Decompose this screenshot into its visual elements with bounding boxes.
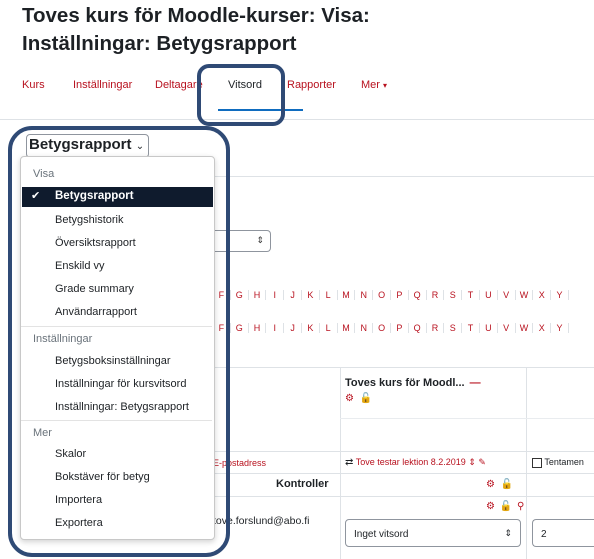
unlock-icon[interactable]: 🔓	[501, 479, 513, 490]
initial-letter[interactable]: S	[444, 323, 463, 333]
initial-letter[interactable]: N	[355, 290, 374, 300]
grade-item-link[interactable]: Tove testar lektion 8.2.2019	[356, 457, 466, 467]
report-top-border	[213, 176, 594, 177]
grade-input-value: 2	[541, 529, 547, 540]
initial-letter[interactable]: K	[302, 323, 320, 333]
nav-divider	[0, 119, 594, 120]
initial-letter[interactable]: L	[320, 290, 338, 300]
chevron-updown-icon: ⇕	[256, 235, 264, 245]
firstname-initials-bar: FGHIJKLMNOPQRSTUVWXY	[213, 290, 569, 306]
course-header-text: Toves kurs för Moodl...	[345, 377, 465, 389]
initial-letter[interactable]: M	[338, 290, 356, 300]
initial-letter[interactable]: V	[498, 290, 516, 300]
table-col-divider-2	[526, 367, 527, 559]
cell-actions: ⚙ 🔓 ⚲	[486, 501, 524, 512]
drag-handle-icon[interactable]: ⇄	[345, 457, 353, 468]
sort-icon[interactable]: ⇕	[468, 457, 476, 467]
gear-icon[interactable]: ⚙	[486, 479, 495, 490]
controls-label: Kontroller	[276, 478, 329, 490]
table-border-top	[213, 367, 594, 368]
initial-letter[interactable]: U	[480, 290, 498, 300]
initial-letter[interactable]: O	[373, 290, 391, 300]
page-title-line2: Inställningar: Betygsrapport	[22, 32, 297, 55]
tab-mer-label: Mer	[361, 79, 380, 91]
initial-letter[interactable]: Q	[409, 323, 427, 333]
initial-letter[interactable]: L	[320, 323, 338, 333]
chevron-updown-icon: ⇕	[504, 528, 512, 538]
checkbox-icon[interactable]	[532, 457, 542, 468]
controls-actions: ⚙ 🔓	[486, 479, 513, 490]
initial-letter[interactable]: G	[231, 323, 249, 333]
zoom-icon[interactable]: ⚲	[517, 501, 524, 512]
initial-letter[interactable]: R	[427, 323, 445, 333]
unlock-icon[interactable]: 🔓	[500, 501, 512, 512]
tab-rapporter[interactable]: Rapporter	[287, 79, 336, 91]
initial-letter[interactable]: N	[355, 323, 374, 333]
initial-letter[interactable]: H	[249, 290, 267, 300]
page-title: Toves kurs för Moodle-kurser: Visa: Inst…	[22, 2, 370, 58]
table-col-divider-1	[340, 367, 341, 559]
edit-pencil-icon[interactable]: ✎	[478, 457, 486, 467]
initial-letter[interactable]: M	[338, 323, 356, 333]
row-divider-3	[213, 473, 594, 474]
initial-letter[interactable]: I	[266, 290, 285, 300]
initial-letter[interactable]: P	[391, 290, 409, 300]
exam-header-label[interactable]: Tentamen	[544, 457, 584, 467]
tab-deltagare[interactable]: Deltagare	[155, 79, 203, 91]
initial-letter[interactable]: T	[462, 290, 480, 300]
exam-header: Tentamen	[532, 457, 584, 468]
initial-letter[interactable]: Q	[409, 290, 427, 300]
minus-icon[interactable]: —	[470, 377, 481, 389]
course-total-header: Toves kurs för Moodl... —	[345, 377, 481, 389]
initial-letter[interactable]: U	[480, 323, 498, 333]
grade-input[interactable]: 2	[532, 519, 594, 547]
initial-letter[interactable]: I	[266, 323, 285, 333]
initial-letter[interactable]: R	[427, 290, 445, 300]
tab-mer[interactable]: Mer ▾	[361, 79, 387, 91]
unlock-icon[interactable]: 🔓	[360, 393, 372, 404]
initial-letter[interactable]: J	[284, 323, 302, 333]
secondary-navigation: Kurs Inställningar Deltagare Vitsord Rap…	[0, 79, 594, 120]
course-header-actions: ⚙ 🔓	[345, 393, 372, 404]
row-divider-1	[340, 418, 594, 419]
initial-letter[interactable]: V	[498, 323, 516, 333]
initial-letter[interactable]: W	[516, 323, 534, 333]
initial-letter[interactable]: Y	[551, 290, 569, 300]
chevron-down-icon: ▾	[383, 81, 388, 90]
tab-installningar[interactable]: Inställningar	[73, 79, 132, 91]
initial-letter[interactable]: X	[533, 323, 552, 333]
grade-select[interactable]: Inget vitsord ⇕	[345, 519, 521, 547]
page-title-line1: Toves kurs för Moodle-kurser: Visa:	[22, 4, 370, 27]
initial-letter[interactable]: G	[231, 290, 249, 300]
tab-kurs[interactable]: Kurs	[22, 79, 45, 91]
initial-letter[interactable]: X	[533, 290, 552, 300]
row-divider-2	[213, 451, 594, 452]
initial-letter[interactable]: T	[462, 323, 480, 333]
initial-letter[interactable]: K	[302, 290, 320, 300]
initial-letter[interactable]: S	[444, 290, 463, 300]
gear-icon[interactable]: ⚙	[486, 501, 495, 512]
grade-item-header: ⇄ Tove testar lektion 8.2.2019 ⇕ ✎	[345, 457, 486, 468]
highlight-dropdown	[8, 126, 230, 557]
lastname-initials-bar: FGHIJKLMNOPQRSTUVWXY	[213, 323, 569, 339]
row-divider-4	[213, 496, 594, 497]
highlight-vitsord	[197, 64, 285, 126]
initial-letter[interactable]: H	[249, 323, 267, 333]
initial-letter[interactable]: J	[284, 290, 302, 300]
initial-letter[interactable]: W	[516, 290, 534, 300]
initial-letter[interactable]: P	[391, 323, 409, 333]
initial-letter[interactable]: Y	[551, 323, 569, 333]
gear-icon[interactable]: ⚙	[345, 393, 354, 404]
initial-letter[interactable]: O	[373, 323, 391, 333]
grade-select-value: Inget vitsord	[354, 529, 409, 540]
